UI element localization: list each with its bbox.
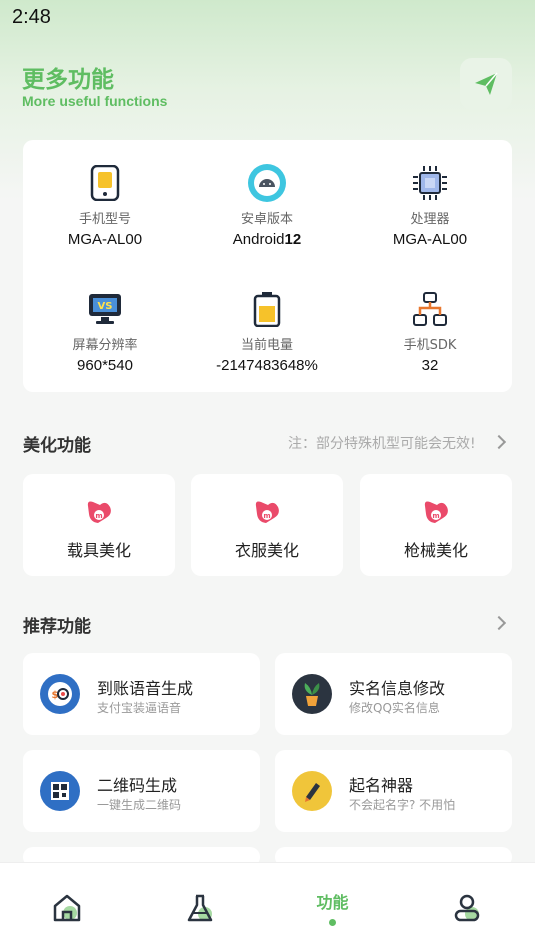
pen-icon	[292, 771, 332, 811]
beautify-icon: m	[87, 501, 111, 523]
recommend-item-qrcode[interactable]: 二维码生成 一键生成二维码	[23, 750, 260, 832]
recommended-section-title: 推荐功能	[23, 617, 91, 637]
beautify-clothes-card[interactable]: m 衣服美化	[191, 474, 343, 576]
chevron-right-icon[interactable]	[491, 615, 507, 631]
qrcode-icon	[40, 771, 80, 811]
recommend-item-subtitle: 支付宝装逼语音	[97, 701, 182, 715]
send-icon	[475, 72, 498, 95]
bottom-navigation: 功能	[0, 862, 535, 951]
send-button[interactable]	[460, 58, 512, 110]
beautify-weapon-card[interactable]: m 枪械美化	[360, 474, 512, 576]
beautify-section-title: 美化功能	[23, 436, 91, 456]
nav-profile[interactable]	[400, 863, 533, 951]
plant-icon	[292, 674, 332, 714]
info-value: 32	[421, 357, 439, 374]
user-icon	[454, 894, 479, 922]
info-value: MGA-AL00	[67, 231, 143, 248]
svg-text:VS: VS	[98, 301, 113, 312]
android-icon	[248, 164, 286, 202]
beautify-note[interactable]: 注：部分特殊机型可能会无效!	[288, 433, 476, 453]
recommend-item-payment-voice[interactable]: $ 到账语音生成 支付宝装逼语音	[23, 653, 260, 735]
nav-functions[interactable]: 功能	[266, 863, 399, 951]
battery-icon	[253, 292, 281, 327]
page-title: 更多功能	[22, 67, 114, 93]
recommend-item-naming[interactable]: 起名神器 不会起名字? 不用怕	[275, 750, 512, 832]
info-sdk: 手机SDK 32	[350, 288, 510, 374]
info-value: -2147483648%	[216, 357, 318, 374]
info-phone-model: 手机型号 MGA-AL00	[25, 162, 185, 248]
info-processor: 处理器 MGA-AL00	[350, 162, 510, 248]
info-label: 当前电量	[240, 338, 293, 353]
recommend-item-title: 实名信息修改	[349, 679, 446, 698]
sdk-icon	[413, 292, 447, 326]
info-label: 处理器	[410, 212, 450, 227]
info-value: 960*540	[77, 357, 133, 374]
info-label: 安卓版本	[240, 212, 293, 227]
beautify-label: 枪械美化	[403, 541, 468, 560]
beautify-vehicle-card[interactable]: m 载具美化	[23, 474, 175, 576]
nav-home[interactable]	[0, 863, 133, 951]
info-resolution: VS 屏幕分辨率 960*540	[25, 288, 185, 374]
nav-functions-label: 功能	[316, 893, 349, 912]
beautify-icon: m	[255, 501, 279, 523]
android-prefix: Android	[232, 231, 285, 248]
info-label: 屏幕分辨率	[72, 338, 138, 353]
info-label: 手机SDK	[403, 338, 457, 353]
recommend-item-realname[interactable]: 实名信息修改 修改QQ实名信息	[275, 653, 512, 735]
home-icon	[53, 894, 80, 922]
device-info-card: 手机型号 MGA-AL00 安卓版本 Android12 处理器 MGA-AL0…	[23, 140, 512, 392]
svg-text:m: m	[263, 512, 270, 520]
svg-text:m: m	[95, 512, 102, 520]
chevron-right-icon[interactable]	[491, 434, 507, 450]
cpu-icon	[413, 166, 447, 200]
info-android-version: 安卓版本 Android12	[187, 162, 347, 248]
recommend-item-title: 二维码生成	[97, 776, 178, 795]
screen-icon: VS	[89, 294, 121, 324]
recommend-item-title: 起名神器	[349, 776, 414, 795]
info-value: MGA-AL00	[392, 231, 468, 248]
svg-text:m: m	[432, 512, 439, 520]
recommend-item-subtitle: 一键生成二维码	[97, 798, 182, 812]
info-label: 手机型号	[78, 212, 131, 227]
recommend-item-title: 到账语音生成	[97, 679, 194, 698]
phone-icon	[90, 165, 120, 201]
active-indicator	[329, 919, 336, 926]
beautify-label: 衣服美化	[234, 541, 299, 560]
beautify-label: 载具美化	[66, 541, 131, 560]
beautify-icon: m	[424, 501, 448, 523]
info-battery: 当前电量 -2147483648%	[187, 288, 347, 374]
android-version-number: 12	[284, 231, 302, 248]
info-value: Android12	[187, 231, 347, 248]
payment-voice-icon: $	[40, 674, 80, 714]
nav-lab[interactable]	[133, 863, 266, 951]
page-subtitle: More useful functions	[22, 93, 168, 109]
flask-icon	[187, 894, 212, 922]
recommend-item-subtitle: 修改QQ实名信息	[349, 701, 440, 715]
recommend-item-subtitle: 不会起名字? 不用怕	[349, 798, 456, 812]
status-time: 2:48	[12, 6, 51, 28]
